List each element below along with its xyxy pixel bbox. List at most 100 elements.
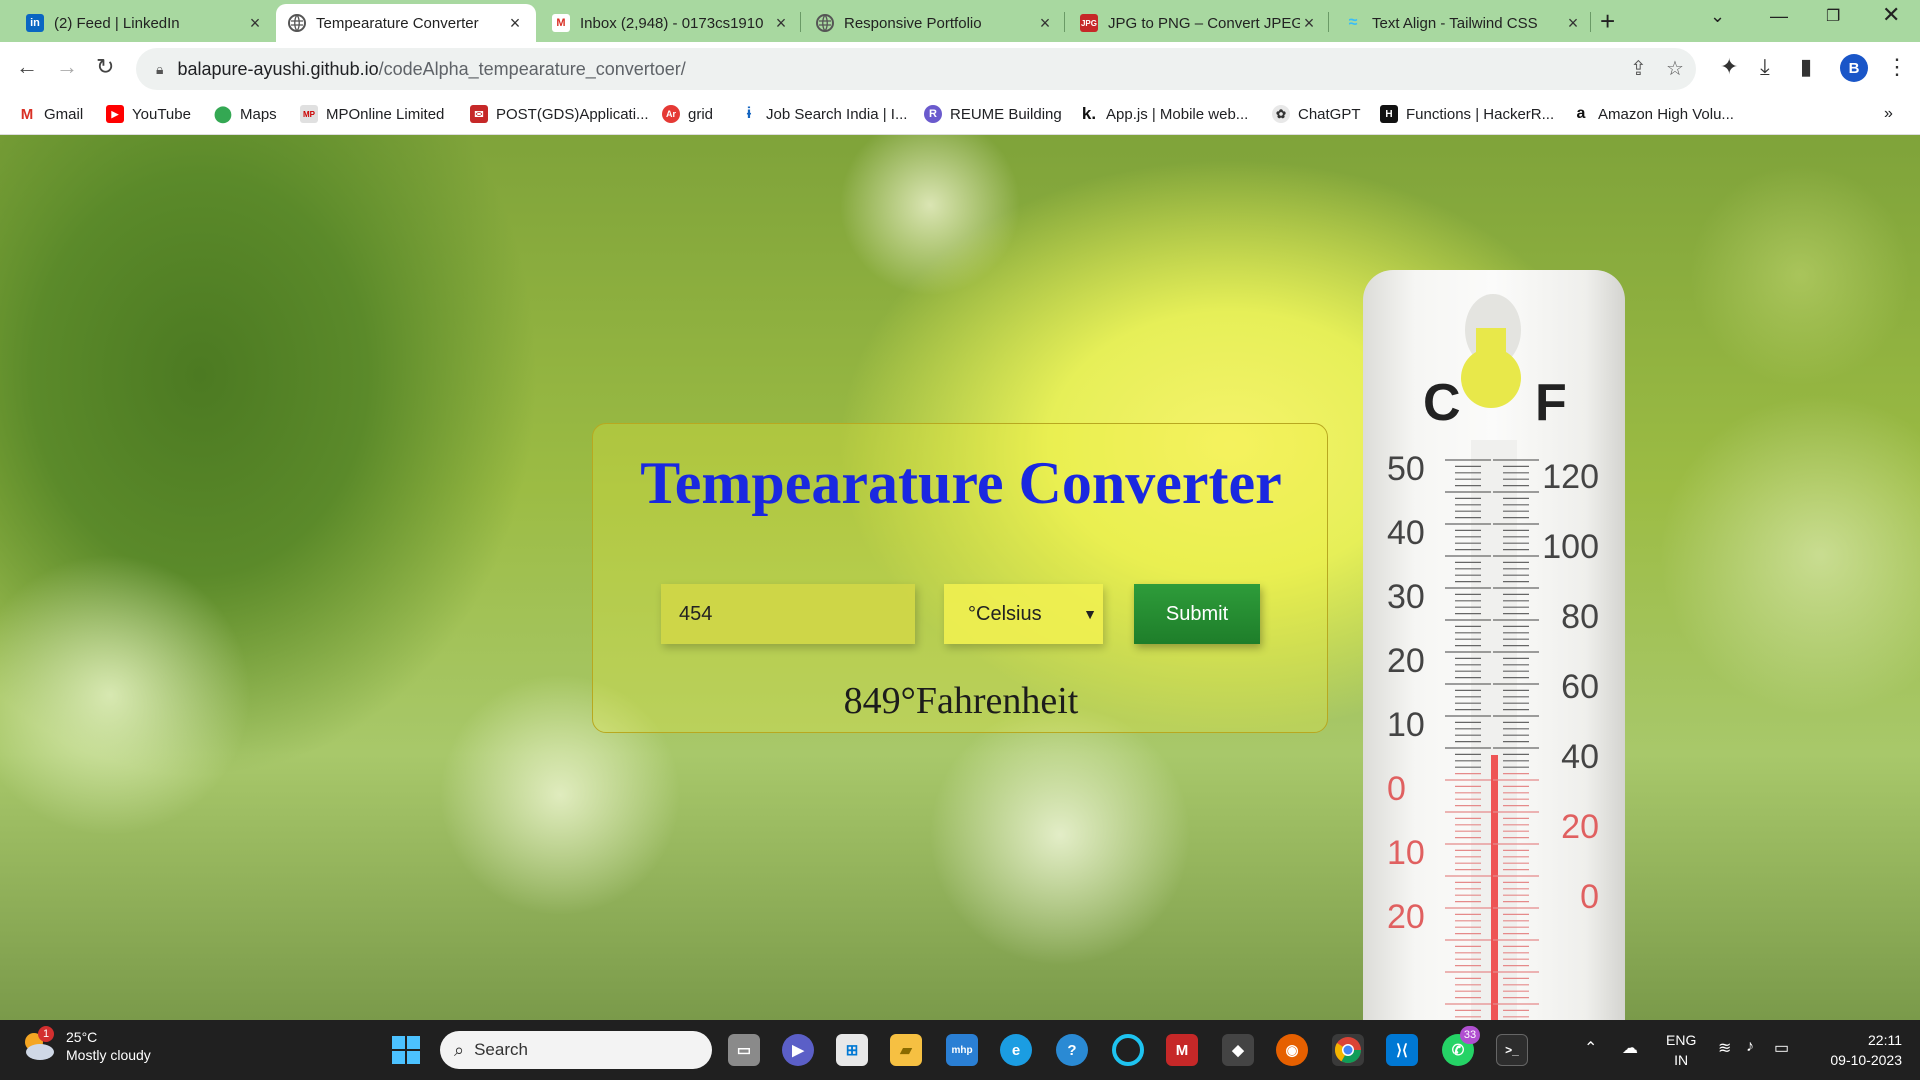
bookmark-star-icon[interactable]: ☆ <box>1666 56 1684 81</box>
weather-cloud-icon: 1 <box>20 1026 56 1064</box>
temperature-input[interactable] <box>661 584 915 644</box>
minimize-icon[interactable]: — <box>1770 6 1788 27</box>
weather-desc: Mostly cloudy <box>66 1047 151 1063</box>
new-tab-button[interactable]: + <box>1600 6 1615 37</box>
tab-jpg-to-png[interactable]: JPG JPG to PNG – Convert JPEG × <box>1068 4 1330 42</box>
more-menu-icon[interactable]: ⋮ <box>1886 54 1908 80</box>
tab-strip: in (2) Feed | LinkedIn × Tempearature Co… <box>0 0 1920 42</box>
taskbar-search[interactable]: ⌕ Search <box>440 1031 712 1069</box>
bookmark-resume-building[interactable]: R REUME Building <box>924 105 1062 123</box>
tab-gmail-inbox[interactable]: M Inbox (2,948) - 0173cs1910 × <box>540 4 802 42</box>
tab-search-chevron-icon[interactable]: ⌄ <box>1710 6 1725 27</box>
submit-button[interactable]: Submit <box>1134 584 1260 644</box>
download-icon[interactable]: ⤓ <box>1760 54 1770 80</box>
gmail-icon: M <box>20 105 34 123</box>
thermometer-graphic: C F 504030201001020 120100806040200 <box>1387 294 1599 1020</box>
bookmark-amazon[interactable]: a Amazon High Volu... <box>1572 105 1734 123</box>
terminal-icon[interactable]: >_ <box>1496 1034 1528 1066</box>
clock-time: 22:11 <box>1868 1032 1902 1048</box>
celsius-tick-label: 50 <box>1387 450 1425 488</box>
close-icon[interactable]: × <box>772 13 790 34</box>
bookmark-label: Functions | HackerR... <box>1406 105 1555 123</box>
bookmark-youtube[interactable]: ▶ YouTube <box>106 105 191 123</box>
git-icon[interactable]: ◆ <box>1222 1034 1254 1066</box>
celsius-tick-label: 0 <box>1387 770 1406 808</box>
tab-separator <box>1064 12 1065 32</box>
tab-title: (2) Feed | LinkedIn <box>54 14 180 32</box>
tab-temperature-converter[interactable]: Tempearature Converter × <box>276 4 536 42</box>
windows-start-icon[interactable] <box>390 1034 422 1066</box>
bookmark-grid[interactable]: Ar grid <box>662 105 713 123</box>
alexa-icon[interactable] <box>1112 1034 1144 1066</box>
firefox-icon[interactable]: ◉ <box>1276 1034 1308 1066</box>
bookmark-label: ChatGPT <box>1298 105 1361 123</box>
whatsapp-icon[interactable]: ✆ 33 <box>1442 1026 1480 1066</box>
side-panel-icon[interactable]: ▮ <box>1800 54 1812 80</box>
amazon-icon: a <box>1576 105 1586 122</box>
mphp-app-icon[interactable]: mhp <box>946 1034 978 1066</box>
forward-arrow-icon[interactable]: → <box>56 54 78 80</box>
close-icon[interactable]: × <box>1036 13 1054 34</box>
address-bar[interactable]: 🔒︎ balapure-ayushi.github.io/codeAlpha_t… <box>136 48 1696 90</box>
close-icon[interactable]: × <box>1300 13 1318 34</box>
bookmark-post-gds[interactable]: ✉ POST(GDS)Applicati... <box>470 105 649 123</box>
window-close-icon[interactable]: ✕ <box>1882 2 1900 28</box>
lock-icon: 🔒︎ <box>156 60 164 77</box>
clock[interactable]: 22:11 09-10-2023 <box>1810 1030 1902 1070</box>
fahrenheit-tick-label: 60 <box>1561 668 1599 706</box>
clock-date: 09-10-2023 <box>1830 1052 1902 1068</box>
celsius-label: C <box>1423 374 1461 432</box>
tab-title: Tempearature Converter <box>316 14 479 32</box>
tailwind-icon: ≈ <box>1348 14 1358 31</box>
jpg-png-icon: JPG <box>1080 14 1098 32</box>
onedrive-icon[interactable]: ☁ <box>1622 1038 1638 1058</box>
bookmarks-bar: M Gmail ▶ YouTube ⬤ Maps MP MPOnline Limited… <box>0 97 1920 135</box>
help-icon[interactable]: ? <box>1056 1034 1088 1066</box>
file-explorer-icon[interactable]: ▰ <box>890 1034 922 1066</box>
microsoft-store-icon[interactable]: ⊞ <box>836 1034 868 1066</box>
bookmark-job-search[interactable]: ɨ Job Search India | I... <box>740 105 908 123</box>
tab-linkedin[interactable]: in (2) Feed | LinkedIn × <box>14 4 276 42</box>
language-indicator[interactable]: ENG IN <box>1666 1030 1696 1070</box>
close-icon[interactable]: × <box>246 13 264 34</box>
volume-icon[interactable]: ♪ <box>1746 1038 1754 1056</box>
bookmark-maps[interactable]: ⬤ Maps <box>214 105 277 124</box>
whatsapp-badge: 33 <box>1460 1026 1480 1044</box>
mcafee-icon[interactable]: M <box>1166 1034 1198 1066</box>
vscode-icon[interactable]: ⟩⟨ <box>1386 1034 1418 1066</box>
restore-icon[interactable]: ❐ <box>1826 6 1840 26</box>
tab-responsive-portfolio[interactable]: Responsive Portfolio × <box>804 4 1066 42</box>
bookmark-gmail[interactable]: M Gmail <box>18 105 83 123</box>
bookmark-mponline[interactable]: MP MPOnline Limited <box>300 105 444 123</box>
tray-chevron-icon[interactable]: ⌃ <box>1584 1038 1597 1058</box>
fahrenheit-tick-label: 120 <box>1542 458 1599 496</box>
bookmark-chatgpt[interactable]: ✿ ChatGPT <box>1272 105 1361 123</box>
bookmark-appjs[interactable]: k. App.js | Mobile web... <box>1080 104 1248 123</box>
bookmark-label: YouTube <box>132 105 191 123</box>
back-arrow-icon[interactable]: ← <box>16 54 38 80</box>
bookmarks-overflow-icon[interactable]: » <box>1884 105 1893 123</box>
weather-badge: 1 <box>38 1026 54 1042</box>
address-host: balapure-ayushi.github.io <box>177 58 379 79</box>
celsius-tick-label: 10 <box>1387 706 1425 744</box>
teams-chat-icon[interactable]: ▶ <box>782 1034 814 1066</box>
share-icon[interactable]: ⇪ <box>1630 56 1647 81</box>
weather-widget[interactable]: 1 25°C Mostly cloudy <box>20 1026 151 1064</box>
extensions-puzzle-icon[interactable]: ✦ <box>1720 54 1738 80</box>
battery-icon[interactable]: ▭ <box>1774 1038 1789 1058</box>
unit-select[interactable]: °Celsius ▼ <box>944 584 1103 644</box>
task-view-icon[interactable]: ▭ <box>728 1034 760 1066</box>
chrome-icon[interactable] <box>1332 1034 1364 1066</box>
wifi-icon[interactable]: ≋ <box>1718 1038 1731 1058</box>
browser-toolbar: ← → ↻ 🔒︎ balapure-ayushi.github.io/codeA… <box>0 42 1920 97</box>
address-path: /codeAlpha_tempearature_convertoer/ <box>378 58 686 79</box>
edge-icon[interactable]: e <box>1000 1034 1032 1066</box>
globe-icon <box>816 14 834 32</box>
chevron-down-icon: ▼ <box>1083 606 1097 622</box>
close-icon[interactable]: × <box>506 13 524 34</box>
reload-icon[interactable]: ↻ <box>96 54 114 80</box>
tab-tailwind[interactable]: ≈ Text Align - Tailwind CSS × <box>1332 4 1594 42</box>
bookmark-hackerrank[interactable]: H Functions | HackerR... <box>1380 105 1554 123</box>
close-icon[interactable]: × <box>1564 13 1582 34</box>
profile-avatar[interactable]: B <box>1840 54 1868 82</box>
